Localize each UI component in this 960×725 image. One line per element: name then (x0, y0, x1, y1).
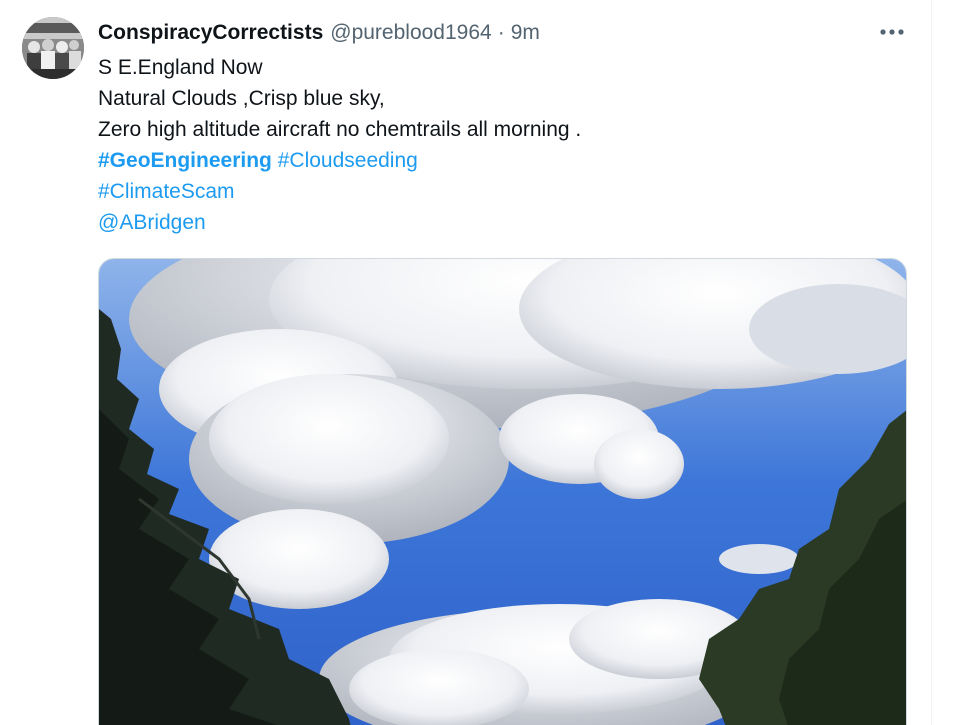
tweet-photo[interactable] (98, 258, 907, 725)
hashtag-line: #GeoEngineering #Cloudseeding (98, 145, 581, 176)
timestamp[interactable]: 9m (511, 21, 540, 45)
hashtag-climatescam[interactable]: #ClimateScam (98, 180, 235, 203)
sky-photo-image (99, 259, 906, 725)
more-icon (880, 29, 904, 35)
more-options-button[interactable] (872, 16, 912, 48)
avatar[interactable] (22, 17, 84, 79)
tweet-line-3: Zero high altitude aircraft no chemtrail… (98, 118, 582, 141)
user-handle[interactable]: @pureblood1964 (330, 21, 491, 45)
avatar-photo-icon (22, 17, 84, 79)
tweet-text: S E.England Now Natural Clouds ,Crisp bl… (98, 52, 581, 238)
tweet[interactable]: ConspiracyCorrectists @pureblood1964 · 9… (0, 0, 960, 725)
mention-abridgen[interactable]: @ABridgen (98, 211, 206, 234)
display-name[interactable]: ConspiracyCorrectists (98, 21, 323, 45)
tweet-header: ConspiracyCorrectists @pureblood1964 · 9… (98, 20, 540, 46)
hashtag-line-2: #ClimateScam (98, 176, 581, 207)
hashtag-geoengineering[interactable]: #GeoEngineering (98, 149, 272, 172)
tweet-line-1: S E.England Now (98, 56, 263, 79)
hashtag-cloudseeding[interactable]: #Cloudseeding (278, 149, 418, 172)
tweet-line-2: Natural Clouds ,Crisp blue sky, (98, 87, 385, 110)
mention-line: @ABridgen (98, 207, 581, 238)
timeline-border (931, 0, 932, 725)
separator-dot: · (497, 21, 505, 44)
